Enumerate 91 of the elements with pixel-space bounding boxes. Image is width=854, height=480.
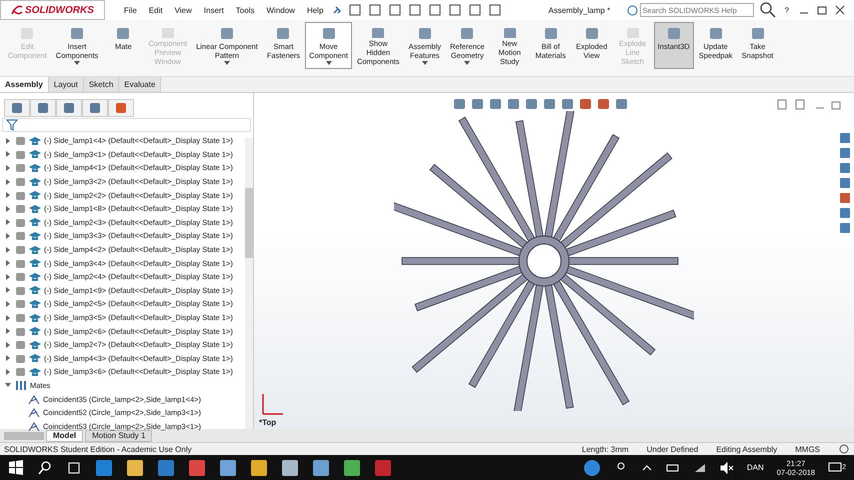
status-field: Under Defined: [646, 444, 698, 454]
window-title: Assembly_lamp *: [548, 6, 610, 14]
status-field: Length: 3mm: [582, 444, 629, 454]
filter-icon[interactable]: [6, 119, 20, 131]
cap-icon: [29, 230, 41, 241]
expand-arrow-icon[interactable]: [4, 232, 12, 240]
expand-arrow-icon[interactable]: [4, 286, 12, 294]
menu-item[interactable]: Window: [263, 6, 298, 14]
menu-item[interactable]: Help: [304, 6, 326, 14]
task-pane-icon[interactable]: [838, 191, 852, 205]
command-tab[interactable]: Assembly: [0, 77, 49, 92]
task-pane-icon[interactable]: [838, 176, 852, 190]
task-pane-icon[interactable]: [838, 146, 852, 160]
expand-arrow-icon[interactable]: [4, 136, 12, 145]
toolbar-icon[interactable]: [428, 4, 442, 16]
scrollbar-track[interactable]: [245, 138, 253, 429]
expand-arrow-icon[interactable]: [4, 218, 12, 226]
app-logo: SOLIDWORKS: [0, 0, 105, 20]
pin-icon[interactable]: [332, 5, 342, 15]
toolbar-icon[interactable]: [448, 4, 462, 16]
toolbar-icon[interactable]: [388, 4, 402, 16]
expand-arrow-icon[interactable]: [4, 191, 12, 200]
mates-icon: [15, 380, 27, 391]
task-pane-icon[interactable]: [838, 131, 852, 145]
keyboard-language[interactable]: DAN: [746, 463, 764, 472]
task-pane-icon[interactable]: [838, 206, 852, 220]
cap-icon: [29, 244, 41, 255]
expand-arrow-icon[interactable]: [4, 259, 12, 268]
expand-arrow-icon[interactable]: [4, 204, 12, 213]
cap-icon: [29, 204, 41, 214]
expand-arrow-icon[interactable]: [4, 246, 12, 254]
menu-item[interactable]: Insert: [200, 6, 227, 14]
cap-icon: [29, 176, 41, 187]
search-icon[interactable]: [37, 460, 53, 476]
toolbar-icon[interactable]: [368, 4, 382, 16]
cap-icon: [29, 190, 41, 200]
cap-icon: [29, 340, 41, 350]
logo-mark-icon: [11, 4, 23, 16]
command-tab[interactable]: Sketch: [84, 77, 120, 92]
mate-icon: [28, 407, 40, 418]
cap-icon: [29, 136, 41, 146]
toolbar-icon[interactable]: [488, 4, 502, 16]
cap-icon: [29, 258, 41, 268]
expand-arrow-icon[interactable]: [4, 300, 12, 308]
toolbar-icon[interactable]: [408, 4, 422, 16]
expand-arrow-icon[interactable]: [4, 327, 12, 336]
expand-arrow-icon[interactable]: [4, 272, 12, 281]
cap-icon: [29, 312, 41, 323]
expand-arrow-icon[interactable]: [4, 368, 12, 376]
mate-icon: [28, 420, 40, 432]
task-view-icon[interactable]: [66, 460, 82, 476]
task-pane-icon[interactable]: [838, 221, 852, 235]
cap-icon: [29, 366, 41, 377]
expand-arrow-icon[interactable]: [4, 178, 12, 186]
toolbar-icon[interactable]: [468, 4, 482, 16]
cap-icon: [29, 285, 41, 296]
speaker-muted-icon[interactable]: [720, 462, 734, 474]
menu-item[interactable]: View: [172, 6, 195, 14]
cap-icon: [29, 272, 41, 282]
task-pane-icon[interactable]: [838, 161, 852, 175]
status-field: Editing Assembly: [716, 444, 778, 454]
windows-start-icon[interactable]: [8, 460, 24, 476]
cap-icon: [29, 326, 41, 336]
bottom-tab[interactable]: Model: [46, 430, 84, 442]
help-button[interactable]: ?: [782, 6, 792, 14]
expand-arrow-icon[interactable]: [4, 164, 12, 172]
battery-icon[interactable]: [666, 462, 680, 474]
notification-icon: [828, 462, 842, 474]
toolbar-icon[interactable]: [348, 4, 362, 16]
cap-icon: [29, 353, 41, 364]
command-tab[interactable]: Evaluate: [119, 77, 162, 92]
scrollbar-thumb[interactable]: [245, 188, 253, 258]
cap-icon: [29, 162, 41, 173]
menu-item[interactable]: Tools: [232, 6, 258, 14]
mate-icon: [28, 394, 40, 405]
cap-icon: [29, 217, 41, 228]
command-tab[interactable]: Layout: [48, 77, 84, 92]
view-label: *Top: [259, 418, 278, 427]
expand-arrow-icon[interactable]: [4, 150, 12, 158]
menu-item[interactable]: Edit: [146, 6, 166, 14]
expand-arrow-icon[interactable]: [4, 381, 12, 390]
status-field: MMGS: [795, 444, 820, 454]
cap-icon: [29, 149, 41, 160]
cap-icon: [29, 298, 41, 309]
menu-item[interactable]: File: [120, 6, 140, 14]
expand-arrow-icon[interactable]: [4, 340, 12, 349]
bottom-tab[interactable]: Motion Study 1: [85, 430, 152, 442]
status-text: SOLIDWORKS Student Edition - Academic Use Only: [4, 444, 192, 454]
search-icon[interactable]: [760, 2, 776, 18]
expand-arrow-icon[interactable]: [4, 354, 12, 362]
expand-arrow-icon[interactable]: [4, 314, 12, 322]
